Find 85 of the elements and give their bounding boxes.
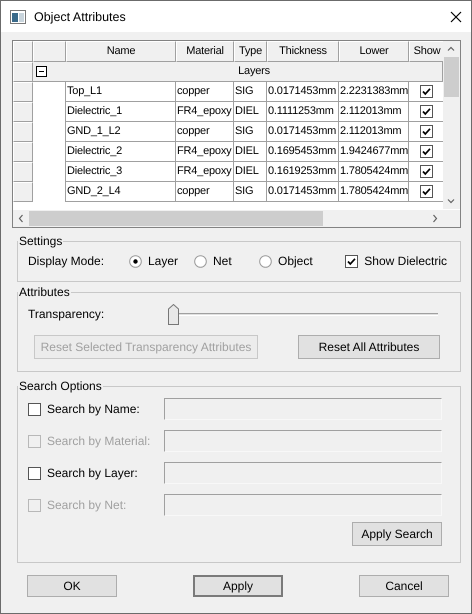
table-cell: 0.0171453mm bbox=[267, 82, 339, 102]
radio-button[interactable] bbox=[259, 254, 272, 268]
table-cell: Dielectric_3 bbox=[66, 162, 176, 182]
table-cell: SIG bbox=[234, 182, 267, 202]
table-cell: FR4_epoxy bbox=[176, 142, 234, 162]
vertical-scrollbar[interactable] bbox=[443, 41, 460, 209]
table-cell: Dielectric_1 bbox=[66, 102, 176, 122]
row-header[interactable] bbox=[13, 122, 33, 142]
table-cell: 1.9424677mm bbox=[339, 142, 409, 162]
table-cell: GND_1_L2 bbox=[66, 122, 176, 142]
table-cell: 0.0171453mm bbox=[267, 122, 339, 142]
column-header[interactable]: Show bbox=[409, 41, 444, 62]
table-cell: Dielectric_2 bbox=[66, 142, 176, 162]
search-checkbox[interactable]: Search by Layer: bbox=[28, 466, 164, 480]
close-icon[interactable] bbox=[450, 10, 462, 22]
row-header[interactable] bbox=[13, 162, 33, 182]
group-title: Attributes bbox=[18, 285, 71, 299]
checkbox[interactable] bbox=[420, 185, 433, 198]
table-cell: SIG bbox=[234, 82, 267, 102]
checkbox[interactable] bbox=[345, 254, 358, 268]
checkbox[interactable] bbox=[420, 125, 433, 138]
table-cell: 0.1111253mm bbox=[267, 102, 339, 122]
search-checkbox[interactable]: Search by Name: bbox=[28, 402, 164, 416]
apply-button[interactable]: Apply bbox=[193, 575, 283, 597]
checkbox[interactable] bbox=[420, 85, 433, 98]
input-field[interactable] bbox=[164, 494, 442, 516]
window-title: Object Attributes bbox=[34, 10, 127, 24]
slider-thumb[interactable] bbox=[168, 304, 179, 324]
row-header[interactable] bbox=[13, 182, 33, 202]
checkbox[interactable] bbox=[28, 402, 41, 416]
table-cell: DIEL bbox=[234, 102, 267, 122]
table-cell: 0.0171453mm bbox=[267, 182, 339, 202]
apply-search-button[interactable]: Apply Search bbox=[352, 522, 442, 546]
table-cell: 2.112013mm bbox=[339, 122, 409, 142]
input-field[interactable] bbox=[164, 398, 442, 420]
table-cell: 2.112013mm bbox=[339, 102, 409, 122]
table-cell: 1.7805424mm bbox=[339, 162, 409, 182]
table-cell: copper bbox=[176, 122, 234, 142]
checkbox[interactable] bbox=[420, 165, 433, 178]
table-cell: copper bbox=[176, 82, 234, 102]
scroll-thumb[interactable] bbox=[29, 211, 323, 226]
table-cell: 0.1619253mm bbox=[267, 162, 339, 182]
display-mode-radio[interactable]: Object bbox=[259, 254, 324, 268]
checkbox[interactable] bbox=[420, 105, 433, 118]
table-cell: GND_2_L4 bbox=[66, 182, 176, 202]
row-header[interactable] bbox=[13, 142, 33, 162]
reset-all-button[interactable]: Reset All Attributes bbox=[298, 335, 440, 359]
show-dielectric-checkbox[interactable]: Show Dielectric bbox=[345, 254, 447, 268]
column-header[interactable]: Name bbox=[66, 41, 176, 62]
ok-button[interactable]: OK bbox=[27, 575, 117, 597]
field-label: Display Mode: bbox=[28, 254, 106, 268]
input-field[interactable] bbox=[164, 462, 442, 484]
group-header: Layers bbox=[66, 62, 444, 82]
group-title: Settings bbox=[18, 234, 64, 248]
table-cell: copper bbox=[176, 182, 234, 202]
table-cell: Top_L1 bbox=[66, 82, 176, 102]
table-cell: FR4_epoxy bbox=[176, 102, 234, 122]
table-cell: 0.1695453mm bbox=[267, 142, 339, 162]
table-cell: DIEL bbox=[234, 142, 267, 162]
row-header[interactable] bbox=[13, 102, 33, 122]
radio-button[interactable] bbox=[129, 254, 142, 268]
row-header[interactable] bbox=[13, 82, 33, 102]
table-cell: SIG bbox=[234, 122, 267, 142]
table-cell: DIEL bbox=[234, 162, 267, 182]
scroll-thumb[interactable] bbox=[444, 57, 459, 97]
table-cell: 2.2231383mm bbox=[339, 82, 409, 102]
column-header[interactable]: Type bbox=[234, 41, 267, 62]
column-header[interactable]: Material bbox=[176, 41, 234, 62]
cancel-button[interactable]: Cancel bbox=[359, 575, 449, 597]
window-icon bbox=[10, 10, 26, 24]
horizontal-scrollbar[interactable] bbox=[13, 209, 460, 227]
radio-button[interactable] bbox=[194, 254, 207, 268]
table-cell: FR4_epoxy bbox=[176, 162, 234, 182]
table-cell: 1.7805424mm bbox=[339, 182, 409, 202]
column-header[interactable]: Thickness bbox=[267, 41, 339, 62]
display-mode-radio[interactable]: Net bbox=[194, 254, 259, 268]
transparency-slider[interactable] bbox=[168, 303, 440, 325]
column-header[interactable]: Lower bbox=[339, 41, 409, 62]
input-field[interactable] bbox=[164, 430, 442, 452]
checkbox[interactable] bbox=[420, 145, 433, 158]
display-mode-radio[interactable]: Layer bbox=[129, 254, 194, 268]
checkbox[interactable] bbox=[28, 466, 41, 480]
collapse-icon[interactable] bbox=[36, 66, 47, 77]
group-title: Search Options bbox=[18, 379, 103, 393]
field-label: Transparency: bbox=[28, 307, 106, 321]
